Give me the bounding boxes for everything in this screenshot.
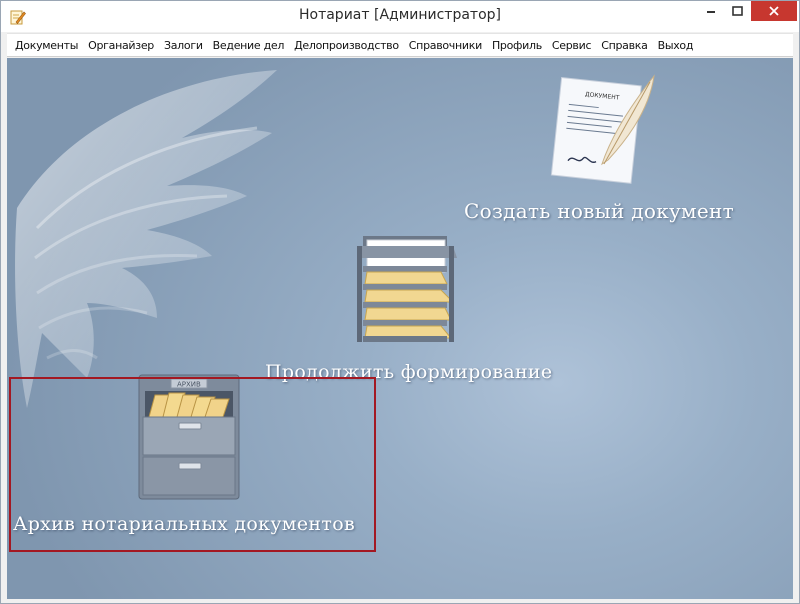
menu-item-pledges[interactable]: Залоги [159,39,208,52]
menu-item-references[interactable]: Справочники [404,39,487,52]
maximize-button[interactable] [724,1,750,21]
selection-highlight [9,377,376,552]
minimize-icon [707,11,715,13]
menu-item-records-management[interactable]: Делопроизводство [289,39,404,52]
continue-formation-icon-button[interactable] [349,228,464,348]
menu-item-documents[interactable]: Документы [10,39,83,52]
maximize-icon [731,6,743,16]
close-button[interactable] [751,1,797,21]
create-document-icon-button[interactable]: ДОКУМЕНТ [542,64,662,189]
menu-item-exit[interactable]: Выход [653,39,699,52]
menu-item-profile[interactable]: Профиль [487,39,547,52]
close-icon [769,6,779,16]
menu-item-case-management[interactable]: Ведение дел [208,39,289,52]
menu-item-service[interactable]: Сервис [547,39,596,52]
document-trays-icon [357,236,457,342]
app-window: Нотариат [Администратор] Документы Орган… [0,0,800,604]
minimize-button[interactable] [698,1,724,21]
menu-item-organizer[interactable]: Органайзер [83,39,159,52]
window-title: Нотариат [Администратор] [298,7,501,23]
title-bar[interactable]: Нотариат [Администратор] [1,1,799,32]
create-document-label[interactable]: Создать новый документ [464,199,734,223]
document-quill-icon: ДОКУМЕНТ [550,74,655,184]
menu-bar: Документы Органайзер Залоги Ведение дел … [7,33,793,57]
menu-item-help[interactable]: Справка [596,39,652,52]
